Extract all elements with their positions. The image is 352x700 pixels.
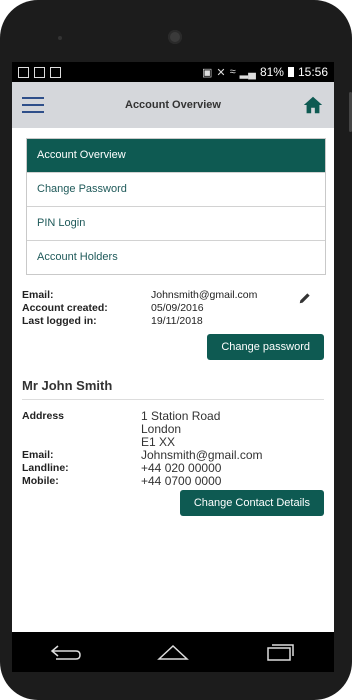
nfc-icon: ▣ [202,66,213,79]
nav-item-change-password[interactable]: Change Password [27,172,325,206]
battery-percent: 81% [259,65,284,79]
app-bar: Account Overview [12,82,334,128]
recent-apps-icon[interactable] [262,641,298,663]
account-holder-name: Mr John Smith [22,378,324,400]
mobile-label: Mobile: [22,475,59,487]
account-nav: Account Overview Change Password PIN Log… [26,138,326,275]
page-title: Account Overview [125,99,221,111]
account-created-label: Account created: [22,302,108,314]
nav-item-account-overview[interactable]: Account Overview [27,139,325,172]
back-icon[interactable] [48,641,84,663]
email-value: Johnsmith@gmail.com [151,289,258,301]
account-created-value: 05/09/2016 [151,302,204,314]
wifi-icon: ≈ [229,66,236,78]
address-label: Address [22,410,65,422]
edit-pencil-icon[interactable] [298,291,312,305]
signal-icon: ▂▄ [239,66,256,79]
email-label: Email: [22,289,54,301]
last-logged-in-value: 19/11/2018 [151,315,203,327]
sensor-dot [58,36,62,40]
phone-frame: ▣ ✕ ≈ ▂▄ 81% 15:56 Account Overview Acco… [0,0,352,700]
clock: 15:56 [297,65,328,79]
system-nav-bar [12,632,334,672]
front-camera [168,30,182,44]
gallery-notification-icon [34,66,45,78]
contact-email-label: Email: [22,449,54,461]
mute-icon: ✕ [216,66,226,79]
hamburger-menu-icon[interactable] [22,95,44,115]
nav-item-pin-login[interactable]: PIN Login [27,206,325,240]
nav-item-account-holders[interactable]: Account Holders [27,240,325,274]
app-screen: ▣ ✕ ≈ ▂▄ 81% 15:56 Account Overview Acco… [12,62,334,632]
contact-details: Address 1 Station Road London E1 XX Emai… [12,400,334,488]
image-notification-icon [18,66,29,78]
battery-icon [287,67,294,77]
mobile-value: +44 0700 0000 [141,474,222,488]
account-info: Email: Johnsmith@gmail.com Account creat… [12,275,334,328]
home-nav-icon[interactable] [155,641,191,663]
file-notification-icon [50,66,61,78]
change-password-button[interactable]: Change password [207,334,324,360]
last-logged-in-label: Last logged in: [22,315,97,327]
home-icon[interactable] [302,94,324,116]
status-bar: ▣ ✕ ≈ ▂▄ 81% 15:56 [12,62,334,82]
change-contact-details-button[interactable]: Change Contact Details [179,490,324,516]
landline-label: Landline: [22,462,69,474]
